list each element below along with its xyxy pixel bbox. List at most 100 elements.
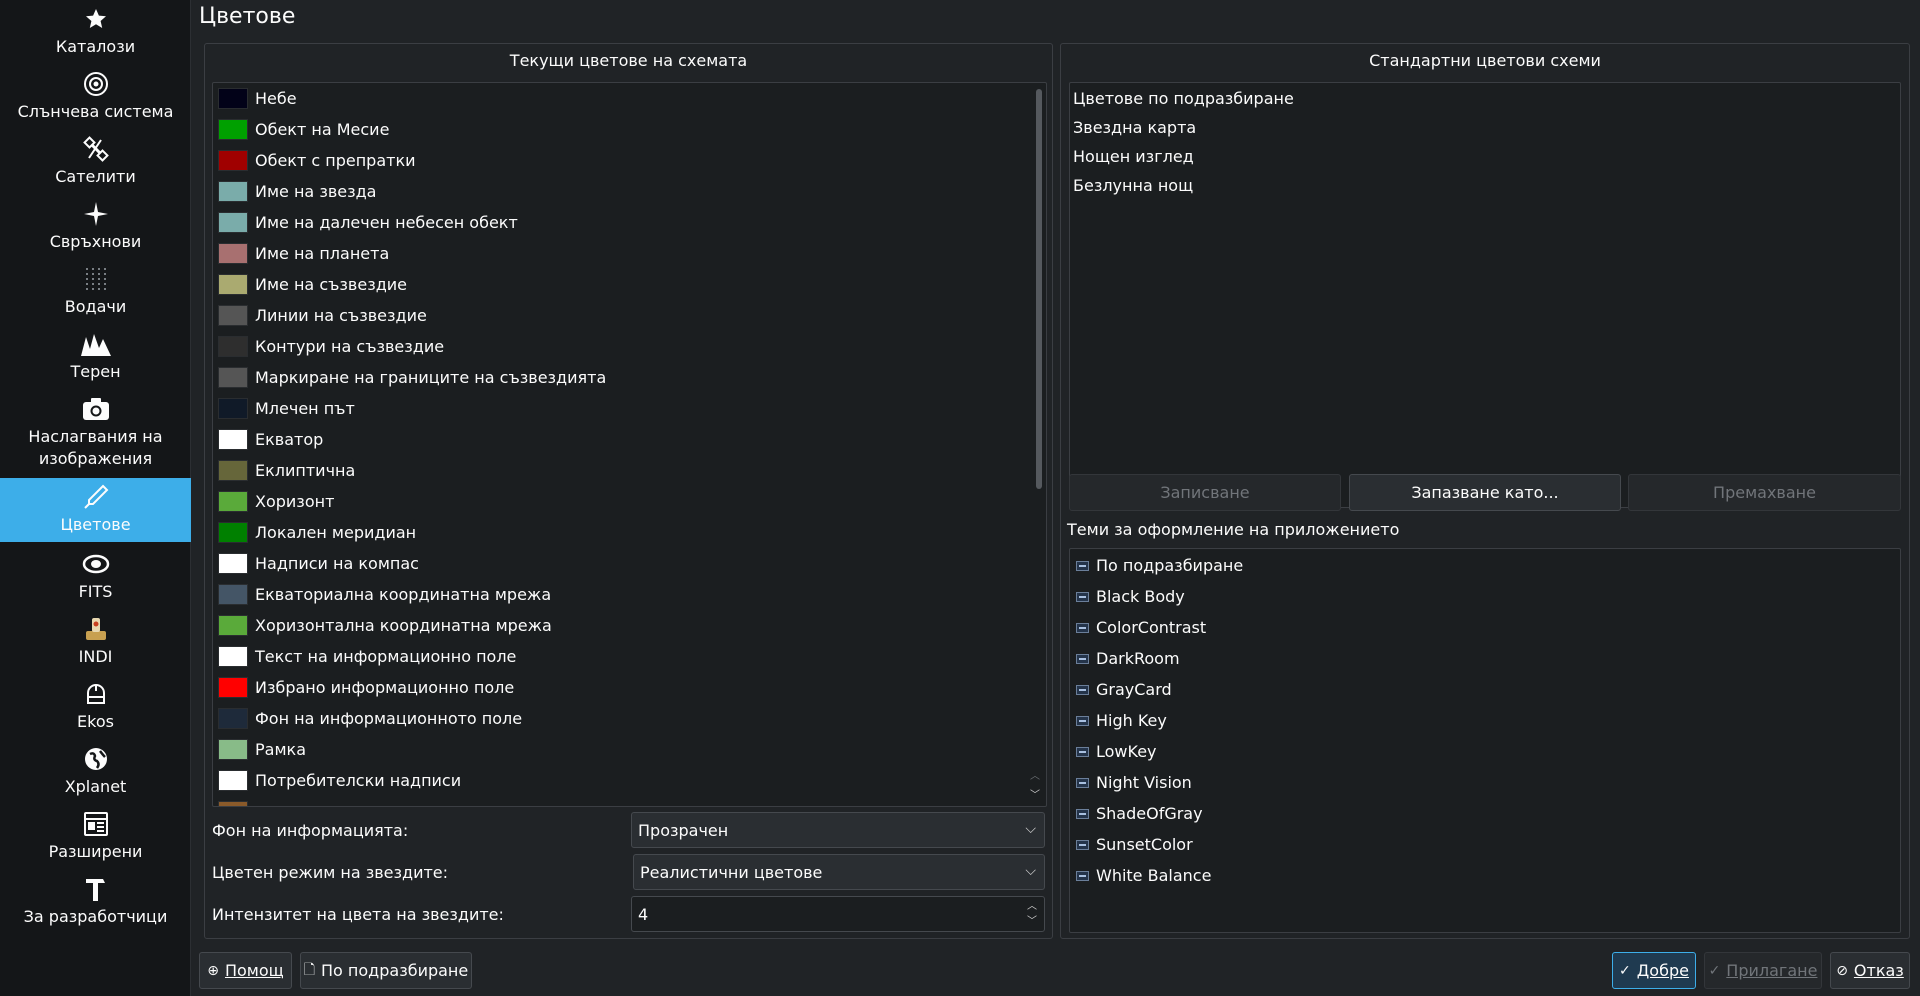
- color-list-item[interactable]: Име на съзвездие: [218, 271, 407, 297]
- color-list-item[interactable]: Еклиптична: [218, 457, 355, 483]
- color-swatch[interactable]: [218, 707, 248, 729]
- color-swatch[interactable]: [218, 149, 248, 171]
- list-item[interactable]: Цветове по подразбиране: [1073, 84, 1294, 113]
- theme-list-item[interactable]: White Balance: [1076, 860, 1211, 891]
- theme-list-item[interactable]: По подразбиране: [1076, 550, 1243, 581]
- sidebar-item-advanced[interactable]: Разширени: [0, 811, 191, 869]
- sidebar-item-fits[interactable]: FITS: [0, 551, 191, 609]
- color-list-item[interactable]: Обект с препратки: [218, 147, 416, 173]
- color-list-item[interactable]: Име на звезда: [218, 178, 376, 204]
- theme-list-item[interactable]: LowKey: [1076, 736, 1157, 767]
- color-swatch[interactable]: [218, 800, 248, 806]
- color-list-item[interactable]: Фон на информационното поле: [218, 705, 522, 731]
- sidebar-item-xplanet[interactable]: Xplanet: [0, 746, 191, 804]
- scroll-down-arrow-icon[interactable]: ﹀: [1030, 786, 1040, 801]
- star-intensity-spinbox[interactable]: 4 ︿ ﹀: [631, 896, 1045, 932]
- color-swatch[interactable]: [218, 397, 248, 419]
- color-list-item[interactable]: Име на далечен небесен обект: [218, 209, 518, 235]
- color-swatch[interactable]: [218, 769, 248, 791]
- scroll-up-arrow-icon[interactable]: ︿: [1030, 767, 1040, 782]
- sidebar-item-ekos[interactable]: Ekos: [0, 681, 191, 739]
- sidebar-item-satellites[interactable]: Сателити: [0, 136, 191, 194]
- color-list-item[interactable]: Хоризонт: [218, 488, 334, 514]
- color-list-item[interactable]: Маркиране на границите на съзвездията: [218, 364, 606, 390]
- color-list-item[interactable]: Име на планета: [218, 240, 389, 266]
- remove-button[interactable]: Премахване: [1628, 474, 1901, 511]
- sidebar-item-colors[interactable]: Цветове: [0, 478, 191, 542]
- color-list-item[interactable]: Текст на информационно поле: [218, 643, 516, 669]
- color-list-item[interactable]: Обект на Месие: [218, 116, 389, 142]
- theme-list-item[interactable]: Night Vision: [1076, 767, 1192, 798]
- theme-list-item[interactable]: Black Body: [1076, 581, 1185, 612]
- color-list-item[interactable]: Хоризонтална координатна мрежа: [218, 612, 552, 638]
- color-swatch[interactable]: [218, 552, 248, 574]
- color-swatch[interactable]: [218, 676, 248, 698]
- save-as-button[interactable]: Запазване като...: [1349, 474, 1621, 511]
- color-list-item[interactable]: Екватор: [218, 426, 323, 452]
- color-list-item[interactable]: [218, 798, 255, 806]
- color-swatch[interactable]: [218, 242, 248, 264]
- color-list-item[interactable]: Млечен път: [218, 395, 355, 421]
- sidebar-item-catalogs[interactable]: Каталози: [0, 6, 191, 64]
- color-list-item[interactable]: Небе: [218, 85, 297, 111]
- defaults-button[interactable]: 🗋 По подразбиране: [300, 952, 472, 989]
- color-swatch[interactable]: [218, 428, 248, 450]
- color-list-item[interactable]: Потребителски надписи: [218, 767, 461, 793]
- sidebar-item-image-overlays[interactable]: Наслагвания на изображения: [0, 396, 191, 476]
- color-swatch[interactable]: [218, 304, 248, 326]
- standard-schemes-list[interactable]: Цветове по подразбиране Звездна карта Но…: [1069, 82, 1901, 508]
- color-swatch[interactable]: [218, 583, 248, 605]
- spin-arrows-icon[interactable]: ︿ ﹀: [1027, 899, 1037, 929]
- color-list-item[interactable]: Избрано информационно поле: [218, 674, 514, 700]
- ok-button[interactable]: ✓ Добре: [1612, 952, 1696, 989]
- sidebar-item-guides[interactable]: Водачи: [0, 266, 191, 324]
- color-swatch[interactable]: [218, 459, 248, 481]
- color-swatch[interactable]: [218, 521, 248, 543]
- color-swatch[interactable]: [218, 273, 248, 295]
- color-swatch[interactable]: [218, 87, 248, 109]
- theme-list-item[interactable]: DarkRoom: [1076, 643, 1180, 674]
- mountain-icon: [80, 331, 112, 357]
- color-swatch[interactable]: [218, 211, 248, 233]
- help-button[interactable]: ⊕ Помощ: [199, 952, 292, 989]
- color-list-item[interactable]: Линии на съзвездие: [218, 302, 427, 328]
- color-swatch[interactable]: [218, 614, 248, 636]
- sidebar-item-supernovae[interactable]: Свръхнови: [0, 201, 191, 259]
- current-colors-list[interactable]: Небе Обект на Месие Обект с препратки Име н…: [212, 82, 1047, 807]
- color-swatch[interactable]: [218, 335, 248, 357]
- color-swatch[interactable]: [218, 118, 248, 140]
- color-swatch[interactable]: [218, 738, 248, 760]
- scrollbar-thumb[interactable]: [1036, 89, 1042, 489]
- list-item[interactable]: Нощен изглед: [1073, 142, 1194, 171]
- color-list-item[interactable]: Локален меридиан: [218, 519, 416, 545]
- sidebar-item-developers[interactable]: За разработчици: [0, 876, 191, 934]
- sidebar-item-terrain[interactable]: Терен: [0, 331, 191, 389]
- color-swatch[interactable]: [218, 180, 248, 202]
- theme-list-item[interactable]: SunsetColor: [1076, 829, 1193, 860]
- star-color-mode-select[interactable]: Реалистични цветове ⌵: [633, 854, 1045, 890]
- color-list-item[interactable]: Рамка: [218, 736, 306, 762]
- color-swatch[interactable]: [218, 366, 248, 388]
- color-swatch[interactable]: [218, 645, 248, 667]
- theme-list-item[interactable]: ColorContrast: [1076, 612, 1206, 643]
- color-list-item[interactable]: Надписи на компас: [218, 550, 419, 576]
- sidebar-item-label: Xplanet: [64, 777, 127, 796]
- cancel-button[interactable]: ⊘ Отказ: [1830, 952, 1910, 989]
- list-item[interactable]: Безлунна нощ: [1073, 171, 1193, 200]
- list-item[interactable]: Звездна карта: [1073, 113, 1196, 142]
- color-list-item[interactable]: Екваториална координатна мрежа: [218, 581, 551, 607]
- color-list-item[interactable]: Контури на съзвездие: [218, 333, 444, 359]
- save-button[interactable]: Записване: [1069, 474, 1341, 511]
- info-bg-select[interactable]: Прозрачен ⌵: [631, 812, 1045, 848]
- current-colors-group: Текущи цветове на схемата Небе Обект на М…: [204, 43, 1053, 939]
- theme-list-item[interactable]: ShadeOfGray: [1076, 798, 1203, 829]
- apply-button[interactable]: ✓ Прилагане: [1704, 952, 1822, 989]
- theme-list-item[interactable]: High Key: [1076, 705, 1167, 736]
- sidebar-item-solar-system[interactable]: Слънчева система: [0, 71, 191, 129]
- star-icon: [84, 6, 108, 32]
- color-list-scrollbar[interactable]: [1035, 87, 1043, 802]
- color-swatch[interactable]: [218, 490, 248, 512]
- sidebar-item-indi[interactable]: INDI: [0, 616, 191, 674]
- theme-list-item[interactable]: GrayCard: [1076, 674, 1172, 705]
- themes-list[interactable]: По подразбиране Black Body ColorContrast Da…: [1069, 548, 1901, 933]
